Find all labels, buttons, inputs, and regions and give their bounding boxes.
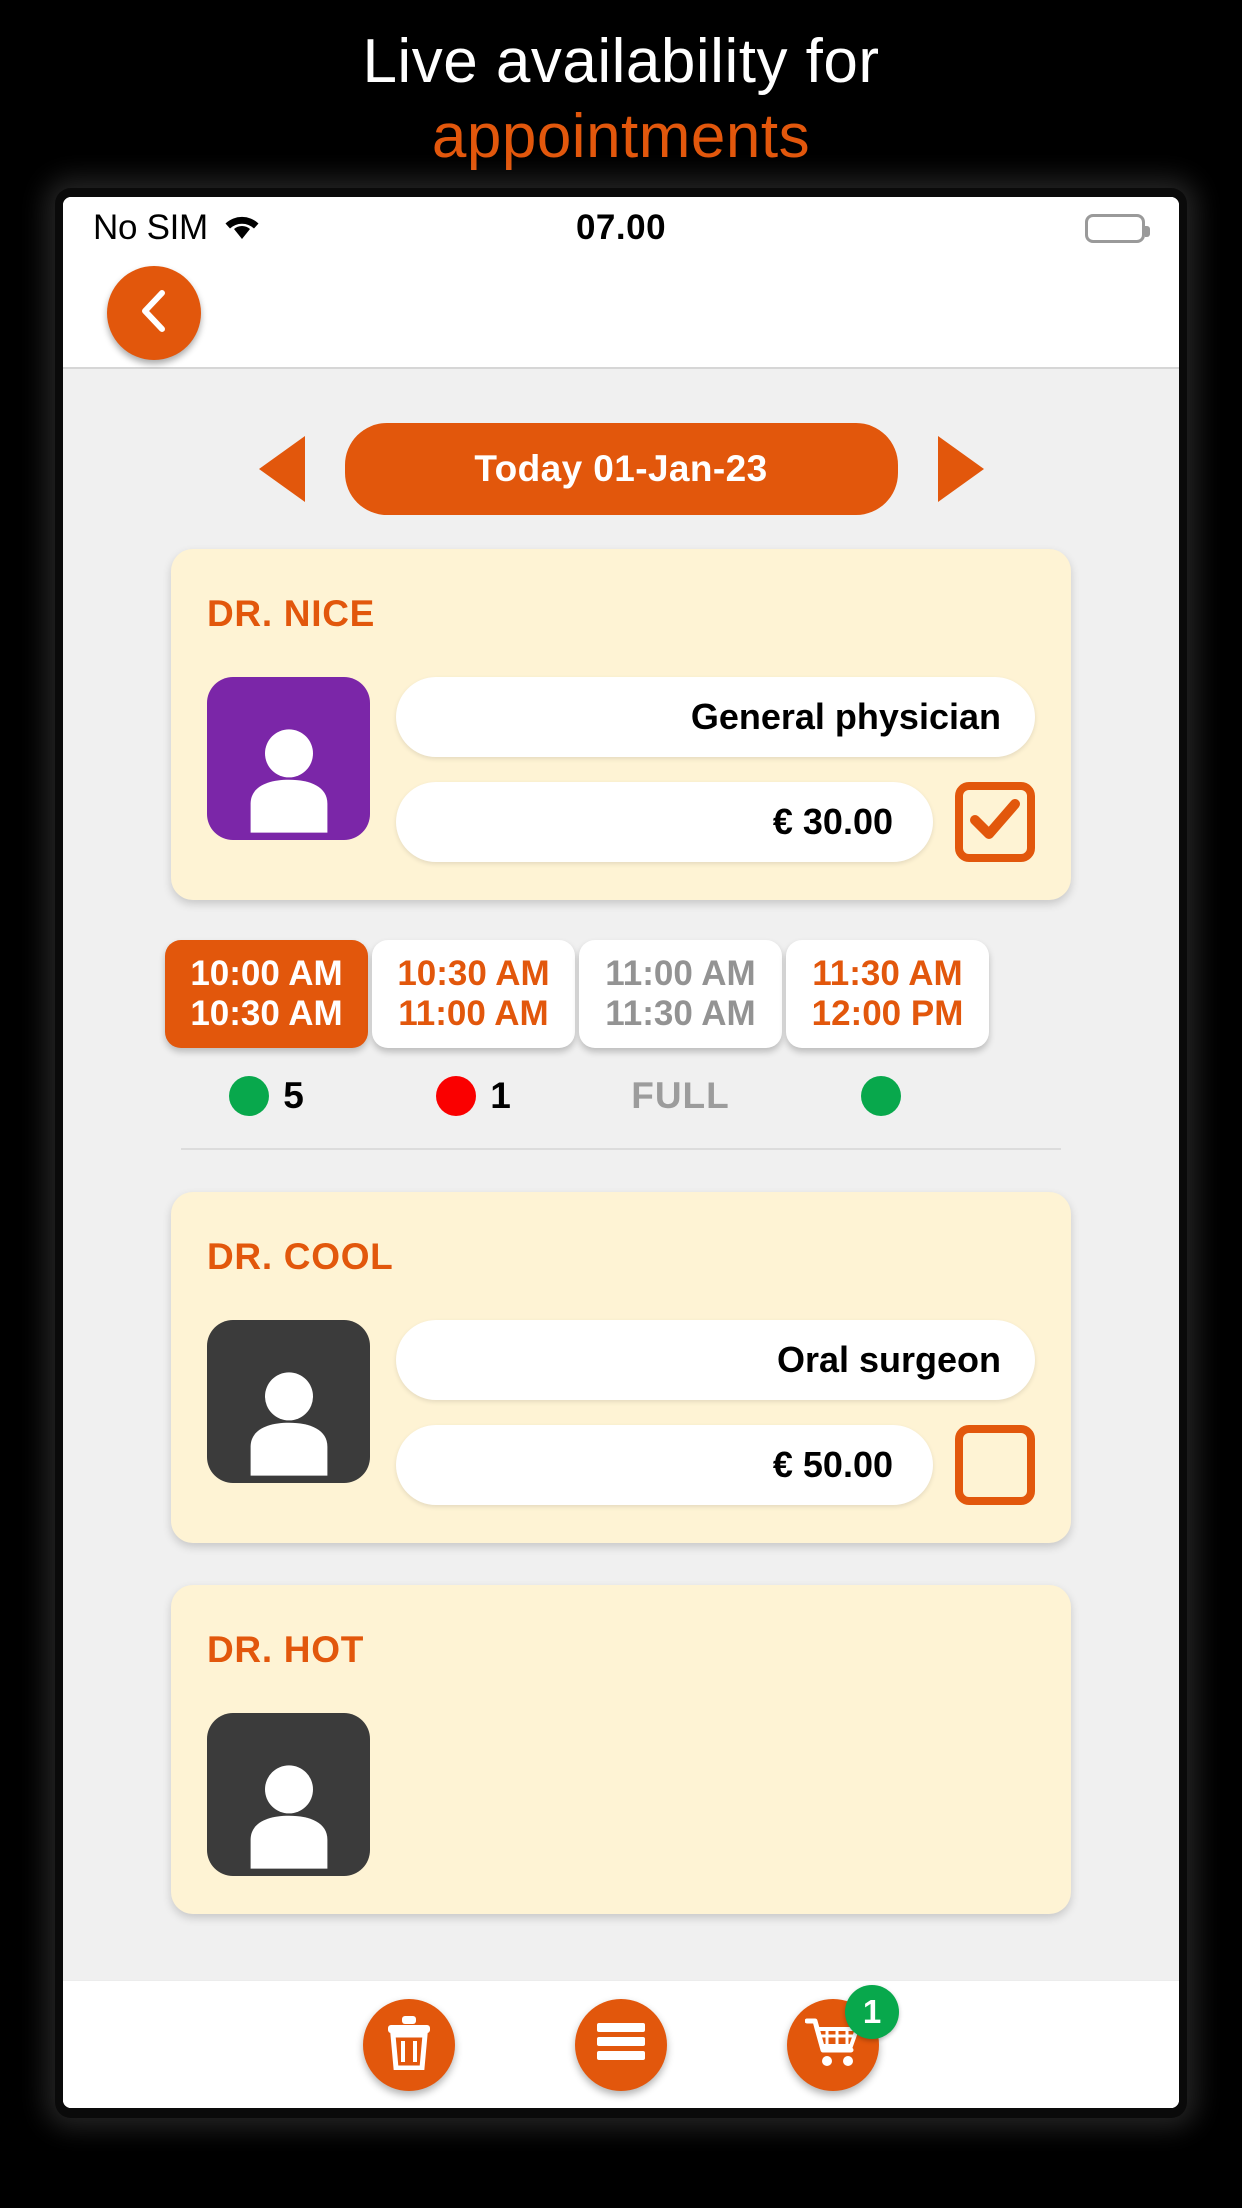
slot-end-time: 10:30 AM: [190, 994, 343, 1033]
battery-icon: [1085, 213, 1150, 243]
slot-count: 1: [490, 1075, 511, 1116]
status-bar-left: No SIM: [93, 208, 262, 248]
slot-start-time: 11:00 AM: [605, 954, 756, 994]
slot-start-time: 10:30 AM: [397, 954, 550, 994]
specialty-value: General physician: [396, 677, 1035, 757]
person-icon: [229, 715, 349, 840]
avatar: [207, 1713, 370, 1876]
slot-availability: FULL: [631, 1074, 730, 1118]
slot-availability: 5: [229, 1074, 304, 1118]
time-slot-list[interactable]: 10:00 AM 10:30 AM 5 10:30 AM 11:00 AM 1 …: [63, 900, 1179, 1118]
time-slot-item[interactable]: 10:30 AM 11:00 AM 1: [370, 940, 577, 1118]
doctor-name: DR. COOL: [207, 1236, 394, 1277]
promo-headline-line1: Live availability for: [362, 27, 880, 96]
price-row: € 50.00: [396, 1425, 1035, 1505]
slot-end-time: 12:00 PM: [811, 994, 964, 1033]
time-slot-chip[interactable]: 10:00 AM 10:30 AM: [165, 940, 368, 1048]
triangle-right-icon[interactable]: [937, 436, 984, 502]
doctor-card-body: [207, 1713, 1035, 1876]
time-slot-item[interactable]: 10:00 AM 10:30 AM 5: [163, 940, 370, 1118]
slot-end-time: 11:00 AM: [398, 994, 549, 1033]
menu-icon: [594, 2020, 648, 2069]
doctor-card-body: Oral surgeon € 50.00: [207, 1320, 1035, 1505]
slot-start-time: 11:30 AM: [812, 954, 963, 994]
phone-frame: No SIM 07.00 Today 01-Jan-23 DR. NICE Ge…: [55, 188, 1187, 2118]
promo-headline-line2: appointments: [431, 102, 811, 172]
content-area[interactable]: Today 01-Jan-23 DR. NICE General physici…: [63, 369, 1179, 2108]
doctor-card-body: General physician € 30.00: [207, 677, 1035, 862]
time-slot-chip: 11:00 AM 11:30 AM: [579, 940, 782, 1048]
slot-full-label: FULL: [631, 1075, 730, 1116]
slot-end-time: 11:30 AM: [605, 994, 756, 1033]
doctor-card[interactable]: DR. NICE General physician € 30.00: [171, 549, 1071, 900]
status-bar-right: [1085, 213, 1150, 243]
slot-availability: 1: [436, 1074, 511, 1118]
slot-availability: [860, 1074, 915, 1118]
doctor-name: DR. HOT: [207, 1629, 365, 1670]
specialty-row: Oral surgeon: [396, 1320, 1035, 1400]
price-value: € 30.00: [396, 782, 933, 862]
time-slot-chip[interactable]: 10:30 AM 11:00 AM: [372, 940, 575, 1048]
time-slot-item: 11:00 AM 11:30 AM FULL: [577, 940, 784, 1118]
carrier-label: No SIM: [93, 208, 208, 247]
select-doctor-checkbox[interactable]: [955, 1425, 1035, 1505]
doctor-fields: Oral surgeon € 50.00: [396, 1320, 1035, 1505]
select-doctor-checkbox[interactable]: [955, 782, 1035, 862]
promo-header: Live availability for appointments: [0, 0, 1242, 190]
green-dot: [229, 1076, 270, 1116]
chevron-left-icon: [132, 285, 176, 342]
slot-start-time: 10:00 AM: [190, 954, 343, 994]
red-dot: [436, 1076, 477, 1116]
current-date-button[interactable]: Today 01-Jan-23: [344, 423, 898, 515]
specialty-value: Oral surgeon: [396, 1320, 1035, 1400]
green-dot: [860, 1076, 901, 1116]
avatar: [207, 677, 370, 840]
doctor-fields: General physician € 30.00: [396, 677, 1035, 862]
cart-badge: 1: [845, 1984, 899, 2039]
phone-screen: No SIM 07.00 Today 01-Jan-23 DR. NICE Ge…: [63, 197, 1179, 2108]
menu-button[interactable]: [575, 1998, 667, 2091]
cart-button[interactable]: 1: [787, 1984, 899, 2091]
bottom-navigation-bar: 1: [63, 1980, 1179, 2108]
status-bar: No SIM 07.00: [63, 197, 1179, 259]
doctor-card[interactable]: DR. COOL Oral surgeon € 50.00: [171, 1192, 1071, 1543]
date-navigator: Today 01-Jan-23: [63, 369, 1179, 549]
back-button[interactable]: [107, 266, 201, 360]
doctor-card[interactable]: DR. HOT: [171, 1585, 1071, 1914]
person-icon: [229, 1358, 349, 1483]
nav-row: [63, 259, 1179, 367]
time-slot-item[interactable]: 11:30 AM 12:00 PM: [784, 940, 991, 1118]
slot-count: 5: [283, 1075, 304, 1116]
person-icon: [229, 1751, 349, 1876]
price-value: € 50.00: [396, 1425, 933, 1505]
doctor-name: DR. NICE: [207, 593, 375, 634]
specialty-row: General physician: [396, 677, 1035, 757]
delete-button[interactable]: [363, 1998, 455, 2091]
time-slot-chip[interactable]: 11:30 AM 12:00 PM: [786, 940, 989, 1048]
top-bar: No SIM 07.00: [63, 197, 1179, 369]
price-row: € 30.00: [396, 782, 1035, 862]
wifi-icon: [222, 211, 262, 246]
check-icon: [969, 797, 1021, 848]
avatar: [207, 1320, 370, 1483]
trash-icon: [384, 2014, 434, 2075]
triangle-left-icon[interactable]: [258, 436, 305, 502]
